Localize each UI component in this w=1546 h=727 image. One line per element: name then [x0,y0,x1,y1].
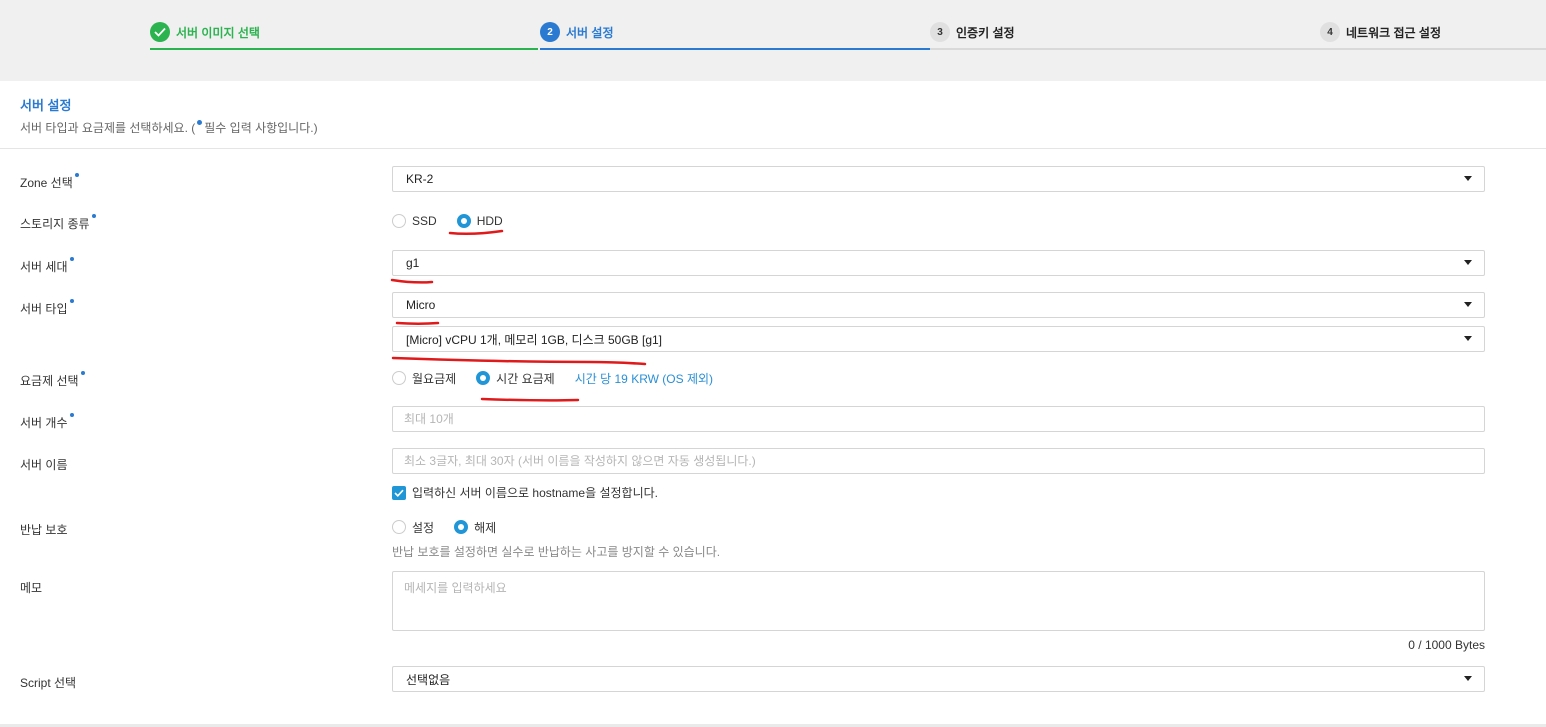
step-number: 4 [1320,22,1340,42]
return-protect-radio-group: 설정 해제 [392,517,516,537]
step-server-settings[interactable]: 2 서버 설정 [540,20,930,50]
required-dot-icon [197,120,203,125]
plan-label: 요금제 선택 [20,371,85,389]
radio-circle-icon [392,214,406,228]
caret-down-icon [1464,260,1472,265]
server-count-input[interactable] [392,406,1485,432]
script-label: Script 선택 [20,676,77,690]
step-progress-bar [540,48,930,50]
return-protect-off-radio[interactable]: 해제 [454,519,496,536]
step-label: 서버 이미지 선택 [176,25,260,40]
radio-selected-icon [454,520,469,534]
step-number: 2 [540,22,560,42]
price-note: 시간 당 19 KRW (OS 제외) [574,371,714,386]
storage-radio-group: SSD HDD [392,211,523,231]
storage-label: 스토리지 종류 [20,214,96,232]
step-label: 인증키 설정 [956,25,1015,40]
return-protect-label: 반납 보호 [20,523,68,537]
step-label: 서버 설정 [566,25,614,40]
step-number: 3 [930,22,950,42]
plan-radio-group: 월요금제 시간 요금제 시간 당 19 KRW (OS 제외) [392,368,713,388]
step-progress-bar [930,48,1320,50]
caret-down-icon [1464,176,1472,181]
radio-circle-icon [392,371,406,385]
step-image-select[interactable]: 서버 이미지 선택 [150,20,538,50]
name-label: 서버 이름 [20,458,68,472]
caret-down-icon [1464,302,1472,307]
plan-hourly-radio[interactable]: 시간 요금제 [476,370,555,387]
caret-down-icon [1464,676,1472,681]
required-dot-icon [69,413,74,417]
memo-textarea[interactable] [392,571,1485,631]
step-progress-bar [150,48,538,50]
storage-hdd-radio[interactable]: HDD [456,214,503,228]
plan-monthly-radio[interactable]: 월요금제 [392,370,456,387]
server-type-select[interactable]: Micro [392,292,1485,318]
required-dot-icon [91,214,96,218]
memo-byte-counter: 0 / 1000 Bytes [1408,638,1485,652]
radio-selected-icon [476,371,491,385]
hostname-checkbox[interactable] [392,485,406,500]
step-progress-bar [1320,48,1546,50]
zone-select[interactable]: KR-2 [392,166,1485,192]
return-protect-on-radio[interactable]: 설정 [392,519,434,536]
section-header: 서버 설정 서버 타입과 요금제를 선택하세요. (필수 입력 사항입니다.) [0,81,1546,149]
generation-label: 서버 세대 [20,257,74,275]
required-dot-icon [74,173,79,177]
server-name-input[interactable] [392,448,1485,474]
step-label: 네트워크 접근 설정 [1346,25,1441,40]
section-title: 서버 설정 [20,98,72,113]
radio-circle-icon [392,520,406,534]
required-dot-icon [80,371,85,375]
hostname-checkbox-row[interactable]: 입력하신 서버 이름으로 hostname을 설정합니다. [392,484,658,501]
count-label: 서버 개수 [20,413,74,431]
step-auth-key[interactable]: 3 인증키 설정 [930,20,1320,50]
server-spec-select[interactable]: [Micro] vCPU 1개, 메모리 1GB, 디스크 50GB [g1] [392,326,1485,352]
radio-selected-icon [456,214,471,228]
server-settings-panel: 서버 설정 서버 타입과 요금제를 선택하세요. (필수 입력 사항입니다.) … [0,81,1546,724]
zone-label: Zone 선택 [20,173,79,191]
storage-ssd-radio[interactable]: SSD [392,214,437,228]
step-network-access[interactable]: 4 네트워크 접근 설정 [1320,20,1546,50]
wizard-stepper: 서버 이미지 선택 2 서버 설정 3 인증키 설정 4 네트워크 접근 설정 [0,0,1546,80]
required-dot-icon [69,257,74,261]
caret-down-icon [1464,336,1472,341]
return-protect-help: 반납 보호를 설정하면 실수로 반납하는 사고를 방지할 수 있습니다. [392,545,721,559]
generation-select[interactable]: g1 [392,250,1485,276]
memo-label: 메모 [20,581,43,595]
required-dot-icon [69,299,74,303]
section-description: 서버 타입과 요금제를 선택하세요. (필수 입력 사항입니다.) [20,120,318,135]
check-icon [150,22,170,42]
server-type-label: 서버 타입 [20,299,74,317]
script-select[interactable]: 선택없음 [392,666,1485,692]
